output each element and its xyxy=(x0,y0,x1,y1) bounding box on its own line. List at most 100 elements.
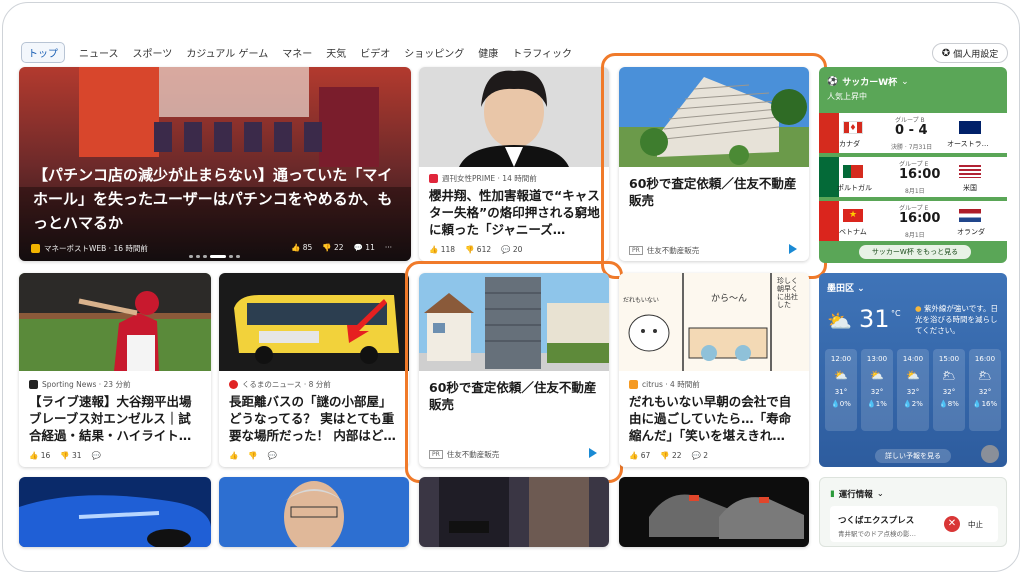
dislike-button[interactable]: 👎 31 xyxy=(60,451,81,460)
match-row[interactable]: ポルトガル グループ E 16:00 8月1日 米国 xyxy=(819,157,1007,197)
weather-detail-button[interactable]: 詳しい予報を見る xyxy=(875,449,951,463)
more-icon[interactable]: ··· xyxy=(385,243,392,252)
tab-health[interactable]: 健康 xyxy=(478,45,498,60)
traffic-item[interactable]: つくばエクスプレス 青井駅でのドア点検の影… ✕ 中止 xyxy=(830,506,998,542)
tab-shopping[interactable]: ショッピング xyxy=(404,45,464,60)
news-card-sakurai[interactable]: 週刊女性PRIME · 14 時間前 櫻井翔、性加害報道で“キャスター失格”の烙… xyxy=(419,67,609,261)
match-row[interactable]: ♦ カナダ グループ B 0 - 4 決勝 · 7月31日 オーストラ… xyxy=(819,113,1007,153)
browser-frame: トップ ニュース スポーツ カジュアル ゲーム マネー 天気 ビデオ ショッピン… xyxy=(2,2,1020,572)
tab-news[interactable]: ニュース xyxy=(79,45,119,60)
like-button[interactable]: 👍 xyxy=(229,451,238,460)
source-logo-icon xyxy=(29,380,38,389)
news-card-phone[interactable] xyxy=(419,477,609,547)
flag-icon xyxy=(959,165,981,178)
hour-col[interactable]: 14:00 ⛅ 32° 💧2% xyxy=(897,349,929,431)
citrus-source: citrus · 4 時間前 xyxy=(629,379,700,390)
ad-top-sponsor: PR 住友不動産販売 xyxy=(629,245,699,256)
news-card-ohtani[interactable]: Sporting News · 23 分前 【ライブ速報】大谷翔平出場 ブレーブ… xyxy=(19,273,211,467)
ohtani-image xyxy=(19,273,211,371)
like-button[interactable]: 👍 85 xyxy=(291,243,312,252)
ad-card-mid[interactable]: 60秒で査定依頼／住友不動産販売 PR 住友不動産販売 xyxy=(419,273,609,467)
dislike-button[interactable]: 👎 xyxy=(248,451,257,460)
ohtani-source: Sporting News · 23 分前 xyxy=(29,379,130,390)
bus-source: くるまのニュース · 8 分前 xyxy=(229,379,331,390)
bus-reactions: 👍 👎 💬 xyxy=(229,451,277,460)
ad-choices-icon[interactable] xyxy=(789,244,797,254)
comment-button[interactable]: 💬 xyxy=(92,451,101,460)
ad-choices-icon[interactable] xyxy=(589,448,597,458)
soccer-more-button[interactable]: サッカーW杯 をもっと見る xyxy=(859,245,971,259)
hour-col[interactable]: 16:00 🌥 32° 💧16% xyxy=(969,349,1001,431)
news-card-shoes[interactable] xyxy=(619,477,809,547)
news-card-bus[interactable]: くるまのニュース · 8 分前 長距離バスの「謎の小部屋」どうなってる？ 実はと… xyxy=(219,273,409,467)
citrus-title[interactable]: だれもいない早朝の会社で自由に過ごしていたら…「寿命縮んだ」「笑いを堪えきれ… xyxy=(629,393,801,445)
hero-title[interactable]: 【パチンコ店の減少が止まらない】通っていた「マイホール」を失ったユーザーはパチン… xyxy=(33,163,399,235)
soccer-ball-icon: ⚽ xyxy=(827,76,839,87)
map-thumb-icon[interactable] xyxy=(981,445,999,463)
man-image xyxy=(219,477,409,547)
news-card-car[interactable] xyxy=(19,477,211,547)
sakurai-title[interactable]: 櫻井翔、性加害報道で“キャスター失格”の烙印押される窮地に頼った「ジャニーズ… xyxy=(429,187,601,239)
houses-image xyxy=(419,273,609,371)
comic-text: だれもいない xyxy=(623,297,659,304)
weather-temp: 31 xyxy=(859,305,890,333)
tab-top[interactable]: トップ xyxy=(21,41,65,63)
bus-title[interactable]: 長距離バスの「謎の小部屋」どうなってる？ 実はとても重要な場所だった！ 内部はど… xyxy=(229,393,401,445)
ad-mid-title[interactable]: 60秒で査定依頼／住友不動産販売 xyxy=(429,379,601,415)
tab-money[interactable]: マネー xyxy=(282,45,312,60)
sakurai-image xyxy=(419,67,609,167)
sakurai-reactions: 👍 118 👎 612 💬 20 xyxy=(429,245,522,254)
hero-card[interactable]: 【パチンコ店の減少が止まらない】通っていた「マイホール」を失ったユーザーはパチン… xyxy=(19,67,411,261)
news-card-citrus[interactable]: だれもいない から〜ん 珍しく朝早くに出社した citrus · 4 時間前 だ… xyxy=(619,273,809,467)
citrus-reactions: 👍 67 👎 22 💬 2 xyxy=(629,451,708,460)
personalize-button[interactable]: ✪ 個人用設定 xyxy=(932,43,1008,63)
tab-video[interactable]: ビデオ xyxy=(360,45,390,60)
hour-col[interactable]: 15:00 🌥 32° 💧8% xyxy=(933,349,965,431)
traffic-line-name: つくばエクスプレス xyxy=(838,516,915,526)
chevron-down-icon: ⌄ xyxy=(857,284,865,294)
tab-sports[interactable]: スポーツ xyxy=(133,45,173,60)
hero-reactions: 👍 85 👎 22 💬 11 ··· xyxy=(291,243,392,252)
sun-cloud-icon: ⛅ xyxy=(827,309,852,333)
dislike-button[interactable]: 👎 22 xyxy=(322,243,343,252)
source-logo-icon xyxy=(429,174,438,183)
news-card-man[interactable] xyxy=(219,477,409,547)
sun-icon: ● xyxy=(915,304,922,313)
traffic-widget[interactable]: ▮ 運行情報 ⌄ つくばエクスプレス 青井駅でのドア点検の影… ✕ 中止 xyxy=(819,477,1007,547)
soccer-widget[interactable]: ⚽ サッカーW杯 ⌄ 人気上昇中 ♦ カナダ グループ B 0 - 4 決勝 ·… xyxy=(819,67,1007,263)
dislike-button[interactable]: 👎 22 xyxy=(660,451,681,460)
pr-badge: PR xyxy=(629,246,643,255)
chevron-down-icon[interactable]: ⌄ xyxy=(901,77,909,87)
like-button[interactable]: 👍 16 xyxy=(29,451,50,460)
like-button[interactable]: 👍 67 xyxy=(629,451,650,460)
shoes-image xyxy=(619,477,809,547)
dislike-button[interactable]: 👎 612 xyxy=(465,245,491,254)
carousel-dots[interactable] xyxy=(189,255,240,258)
comment-button[interactable]: 💬 11 xyxy=(354,243,375,252)
tab-casual-games[interactable]: カジュアル ゲーム xyxy=(186,45,268,60)
hour-col[interactable]: 13:00 ⛅ 32° 💧1% xyxy=(861,349,893,431)
ad-top-title[interactable]: 60秒で査定依頼／住友不動産販売 xyxy=(629,175,801,211)
personalize-label: 個人用設定 xyxy=(953,49,999,60)
comment-button[interactable]: 💬 2 xyxy=(692,451,709,460)
flag-icon xyxy=(843,165,863,178)
comment-button[interactable]: 💬 xyxy=(268,451,277,460)
tab-traffic[interactable]: トラフィック xyxy=(512,45,572,60)
hour-col[interactable]: 12:00 ⛅ 31° 💧0% xyxy=(825,349,857,431)
source-logo-icon xyxy=(629,380,638,389)
ohtani-title[interactable]: 【ライブ速報】大谷翔平出場 ブレーブス対エンゼルス｜試合経過・結果・ハイライト… xyxy=(29,393,203,445)
weather-widget[interactable]: 墨田区 ⌄ ⛅ 31 °C ● 紫外線が強いです。日光を浴びる時間を減らしてくだ… xyxy=(819,273,1007,467)
match-row[interactable]: ★ ベトナム グループ E 16:00 8月1日 オランダ xyxy=(819,201,1007,241)
tab-weather[interactable]: 天気 xyxy=(326,45,346,60)
flag-icon xyxy=(959,121,981,134)
like-button[interactable]: 👍 118 xyxy=(429,245,455,254)
comment-button[interactable]: 💬 20 xyxy=(501,245,522,254)
traffic-header: ▮ 運行情報 ⌄ xyxy=(830,489,884,500)
weather-location[interactable]: 墨田区 ⌄ xyxy=(827,281,865,294)
chevron-down-icon[interactable]: ⌄ xyxy=(877,489,884,499)
weather-unit: °C xyxy=(891,309,901,318)
traffic-status: 中止 xyxy=(968,520,983,529)
stop-icon: ✕ xyxy=(944,516,960,532)
ad-card-top[interactable]: 60秒で査定依頼／住友不動産販売 PR 住友不動産販売 xyxy=(619,67,809,261)
train-icon: ▮ xyxy=(830,489,835,499)
